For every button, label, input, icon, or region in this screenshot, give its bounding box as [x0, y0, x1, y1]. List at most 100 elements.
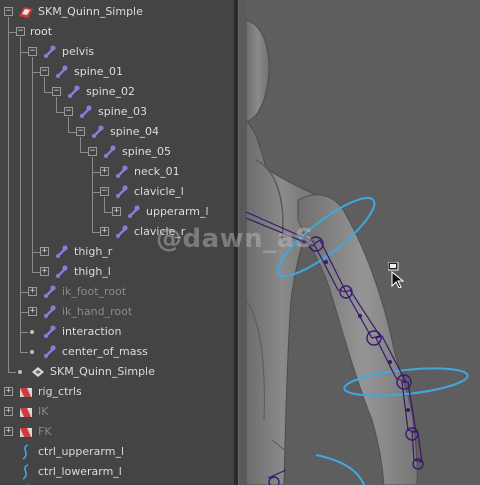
outliner-item-label: spine_03: [98, 105, 148, 118]
expand-toggle[interactable]: +: [100, 167, 109, 176]
outliner-item[interactable]: SKM_Quinn_Simple: [0, 362, 234, 382]
expand-toggle[interactable]: +: [4, 407, 13, 416]
joint-icon: [42, 344, 58, 360]
tree-guide-line: [32, 272, 40, 273]
joint-icon: [54, 244, 70, 260]
mouse-cursor-icon: [388, 262, 404, 288]
collapse-toggle[interactable]: −: [52, 87, 61, 96]
outliner-item-label: center_of_mass: [62, 345, 148, 358]
tree-guide-line: [68, 117, 69, 132]
outliner-item-label: thigh_l: [74, 265, 111, 278]
tree-guide-line: [32, 72, 40, 73]
joint-icon: [42, 324, 58, 340]
ctrl-hand-curve: [315, 454, 365, 485]
outliner-item[interactable]: center_of_mass: [0, 342, 234, 362]
tree-guide-line: [20, 52, 28, 53]
outliner-item[interactable]: interaction: [0, 322, 234, 342]
leaf-marker: [18, 370, 22, 374]
character-upper-arm: [297, 194, 418, 485]
outliner-item[interactable]: + ik_foot_root: [0, 282, 234, 302]
joint-icon: [66, 84, 82, 100]
tree-guide-line: [20, 312, 28, 313]
collapse-toggle[interactable]: −: [100, 187, 109, 196]
outliner-item-label: root: [30, 25, 53, 38]
expand-toggle[interactable]: +: [28, 287, 37, 296]
joint-icon: [42, 304, 58, 320]
collapse-toggle[interactable]: −: [64, 107, 73, 116]
collapse-toggle[interactable]: −: [28, 47, 37, 56]
outliner-item-label: spine_02: [86, 85, 136, 98]
outliner-item[interactable]: − spine_04: [0, 122, 234, 142]
tree-guide-line: [20, 292, 28, 293]
outliner-item[interactable]: − spine_05: [0, 142, 234, 162]
expand-toggle[interactable]: +: [4, 387, 13, 396]
expand-toggle[interactable]: +: [28, 307, 37, 316]
outliner-item-label: pelvis: [62, 45, 95, 58]
joint-icon: [126, 204, 142, 220]
watermark: @dawn_aS: [156, 224, 314, 254]
outliner-item-label: IK: [38, 405, 49, 418]
tree-guide-line: [32, 57, 33, 272]
tree-guide-line: [92, 172, 100, 173]
joint-icon: [78, 104, 94, 120]
leaf-marker: [30, 330, 34, 334]
tree-guide-line: [68, 132, 76, 133]
tree-guide-line: [8, 17, 9, 372]
expand-toggle[interactable]: +: [100, 227, 109, 236]
expand-toggle[interactable]: +: [40, 267, 49, 276]
tree-guide-line: [44, 77, 45, 92]
outliner-item[interactable]: − spine_03: [0, 102, 234, 122]
leaf-marker: [30, 350, 34, 354]
outliner-item-label: rig_ctrls: [38, 385, 82, 398]
character-head: [246, 19, 270, 123]
tree-guide-line: [20, 37, 21, 352]
tree-guide-line: [8, 372, 16, 373]
outliner-item[interactable]: ctrl_lowerarm_l: [0, 462, 234, 482]
outliner-item-label: clavicle_l: [134, 185, 184, 198]
tree-guide-line: [92, 192, 100, 193]
tree-guide-line: [104, 212, 112, 213]
tree-guide-line: [56, 112, 64, 113]
tree-guide-line: [104, 197, 105, 212]
group-icon: [18, 404, 34, 420]
expand-toggle[interactable]: +: [40, 247, 49, 256]
joint-icon: [42, 44, 58, 60]
joint-icon: [54, 264, 70, 280]
tree-guide-line: [80, 152, 88, 153]
expand-toggle[interactable]: +: [112, 207, 121, 216]
group-icon: [18, 384, 34, 400]
outliner-item-label: interaction: [62, 325, 122, 338]
outliner-item[interactable]: + neck_01: [0, 162, 234, 182]
collapse-toggle[interactable]: −: [88, 147, 97, 156]
outliner-item[interactable]: + FK: [0, 422, 234, 442]
joint-icon: [114, 164, 130, 180]
outliner-item[interactable]: ctrl_upperarm_l: [0, 442, 234, 462]
joint-icon: [90, 124, 106, 140]
collapse-toggle[interactable]: −: [76, 127, 85, 136]
collapse-toggle[interactable]: −: [16, 27, 25, 36]
collapse-toggle[interactable]: −: [40, 67, 49, 76]
outliner-item-label: SKM_Quinn_Simple: [50, 365, 155, 378]
outliner-item[interactable]: + upperarm_l: [0, 202, 234, 222]
joint-icon: [102, 144, 118, 160]
outliner-item[interactable]: − clavicle_l: [0, 182, 234, 202]
joint-icon: [114, 224, 130, 240]
outliner-item[interactable]: − spine_02: [0, 82, 234, 102]
group-icon: [18, 424, 34, 440]
outliner-item[interactable]: − pelvis: [0, 42, 234, 62]
outliner-item[interactable]: − SKM_Quinn_Simple: [0, 2, 234, 22]
skeletal-mesh-icon: [18, 4, 34, 20]
outliner-item-label: SKM_Quinn_Simple: [38, 5, 143, 18]
outliner-item-label: FK: [38, 425, 52, 438]
outliner-item[interactable]: + ik_hand_root: [0, 302, 234, 322]
outliner-item-label: spine_04: [110, 125, 160, 138]
joint-icon: [54, 64, 70, 80]
outliner-item-label: thigh_r: [74, 245, 113, 258]
outliner-item-label: upperarm_l: [146, 205, 209, 218]
outliner-item[interactable]: − root: [0, 22, 234, 42]
outliner-item[interactable]: + rig_ctrls: [0, 382, 234, 402]
outliner-item[interactable]: + IK: [0, 402, 234, 422]
expand-toggle[interactable]: +: [4, 427, 13, 436]
collapse-toggle[interactable]: −: [4, 7, 13, 16]
outliner-item-label: spine_05: [122, 145, 172, 158]
